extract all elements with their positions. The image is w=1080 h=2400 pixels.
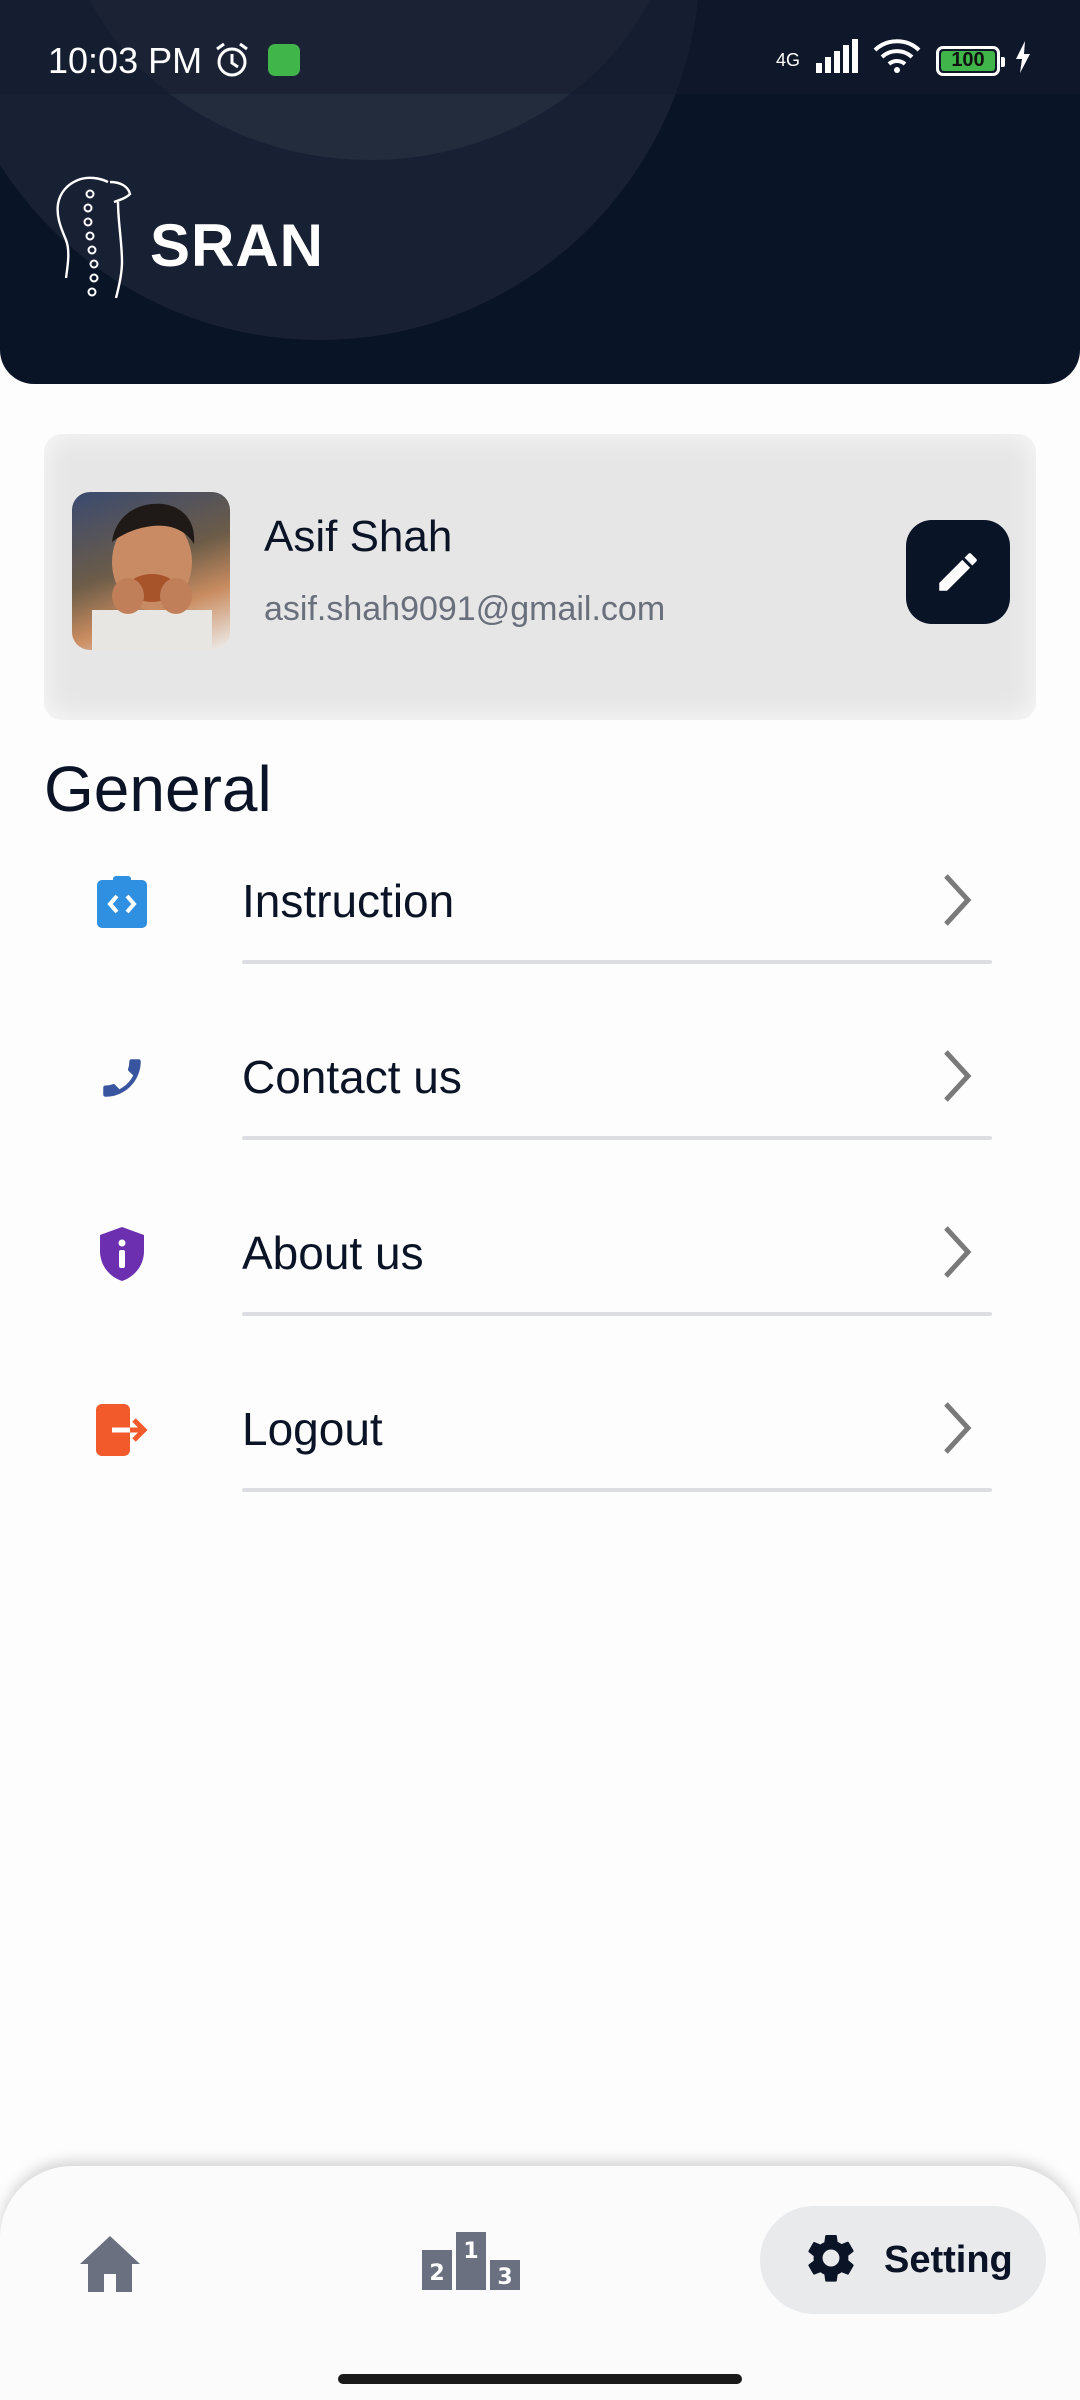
- wifi-icon: [872, 38, 922, 83]
- signal-icon: [814, 39, 858, 82]
- setting-tab[interactable]: Setting: [760, 2206, 1046, 2314]
- instruction-icon: [92, 872, 152, 932]
- divider: [242, 960, 992, 964]
- bottom-navigation: 213 Setting: [0, 2166, 1080, 2400]
- chevron-right-icon: [940, 870, 976, 935]
- menu-item-label: Logout: [242, 1403, 383, 1455]
- network-type: 4G: [775, 50, 800, 70]
- menu-item-contact-us[interactable]: Contact us: [0, 998, 1080, 1174]
- status-time: 10:03 PM: [48, 40, 203, 81]
- svg-text:2: 2: [429, 2261, 444, 2286]
- phone-icon: [92, 1048, 152, 1108]
- edit-profile-button[interactable]: [906, 520, 1010, 624]
- app-header: 10:03 PM 4G 100 SRAN: [0, 0, 1080, 384]
- spine-logo-icon: [56, 176, 132, 299]
- battery-icon: 100: [936, 45, 1005, 76]
- app-notification-icon: [268, 44, 300, 76]
- pencil-icon: [939, 553, 977, 591]
- charging-icon: [1014, 40, 1032, 82]
- menu-item-logout[interactable]: Logout: [0, 1350, 1080, 1526]
- menu-item-label: About us: [242, 1227, 424, 1279]
- leaderboard-icon[interactable]: 213: [420, 2230, 524, 2297]
- logo-text: SRAN: [150, 211, 325, 279]
- menu-item-about-us[interactable]: About us: [0, 1174, 1080, 1350]
- menu-item-label: Instruction: [242, 875, 455, 927]
- chevron-right-icon: [940, 1222, 976, 1287]
- menu-item-label: Contact us: [242, 1051, 462, 1103]
- alarm-icon: [212, 40, 252, 89]
- svg-text:3: 3: [497, 2265, 512, 2290]
- profile-card: Asif Shah asif.shah9091@gmail.com: [44, 434, 1036, 720]
- app-logo: SRAN: [48, 170, 324, 302]
- setting-tab-label: Setting: [884, 2238, 1013, 2281]
- shield-info-icon: [92, 1224, 152, 1284]
- avatar: [72, 492, 230, 650]
- chevron-right-icon: [940, 1398, 976, 1463]
- status-bar: 10:03 PM 4G 100: [0, 0, 1080, 94]
- divider: [242, 1312, 992, 1316]
- logout-icon: [92, 1400, 152, 1460]
- profile-email: asif.shah9091@gmail.com: [264, 590, 666, 628]
- divider: [242, 1488, 992, 1492]
- section-title: General: [44, 753, 272, 825]
- divider: [242, 1136, 992, 1140]
- chevron-right-icon: [940, 1046, 976, 1111]
- home-indicator[interactable]: [338, 2374, 742, 2384]
- gear-icon: [802, 2229, 860, 2292]
- home-icon[interactable]: [78, 2234, 142, 2299]
- menu-item-instruction[interactable]: Instruction: [0, 822, 1080, 998]
- profile-name: Asif Shah: [264, 512, 453, 561]
- svg-text:1: 1: [463, 2239, 478, 2264]
